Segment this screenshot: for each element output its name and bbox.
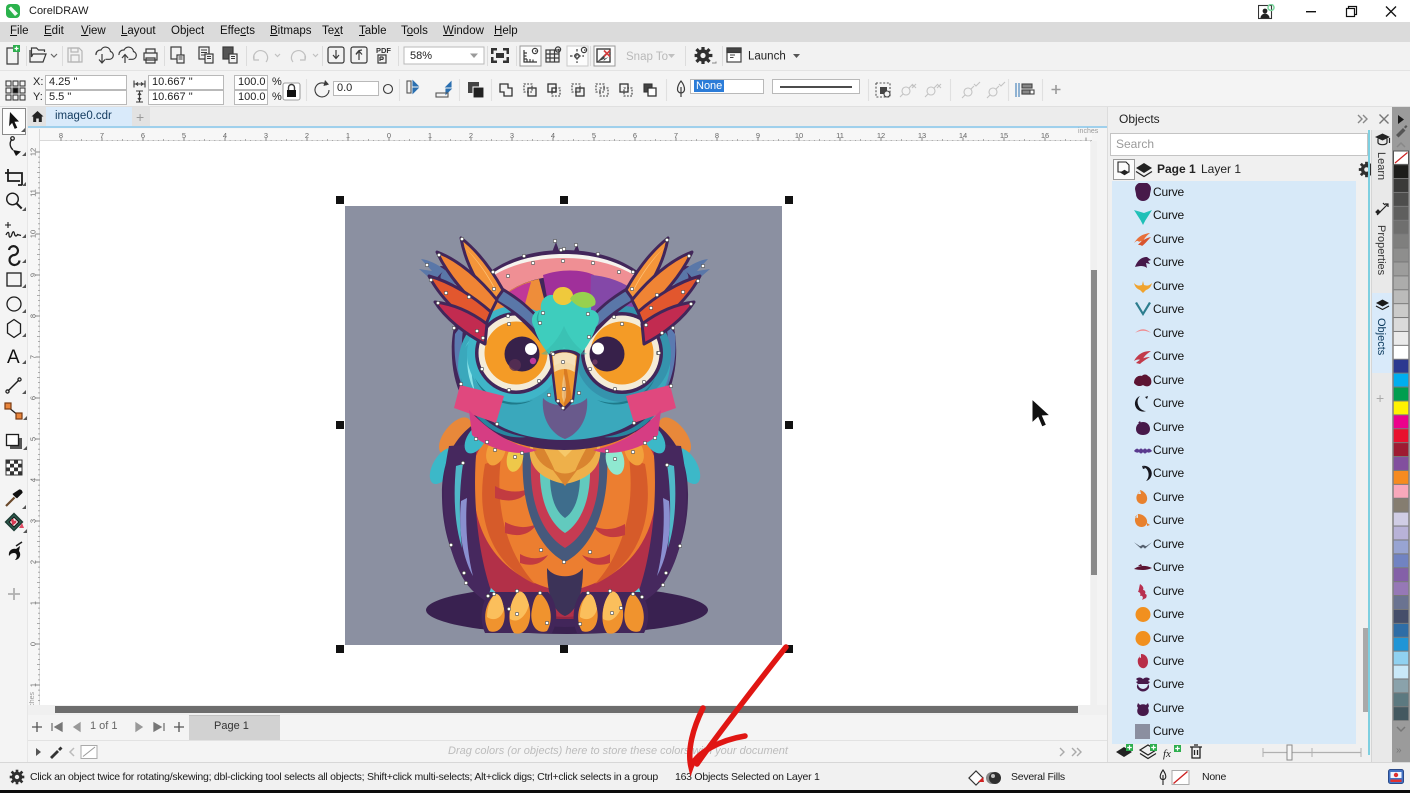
svg-text:16: 16 [1041,131,1049,140]
svg-text:1: 1 [428,131,432,140]
svg-text:A: A [7,347,20,368]
svg-text:6: 6 [141,131,145,140]
svg-text:5: 5 [182,131,186,140]
svg-text:Launch: Launch [748,51,786,63]
svg-text:Snap To: Snap To [626,51,668,63]
svg-text:1: 1 [346,131,350,140]
svg-text:3: 3 [510,131,514,140]
svg-text:13: 13 [918,131,926,140]
svg-text:5: 5 [592,131,596,140]
svg-text:9: 9 [756,131,760,140]
svg-text:fx: fx [1163,748,1171,760]
svg-text:2: 2 [469,131,473,140]
svg-text:15: 15 [1000,131,1008,140]
svg-text:2: 2 [305,131,309,140]
svg-text:14: 14 [959,131,967,140]
svg-text:7: 7 [100,131,104,140]
svg-text:»: » [1396,745,1402,756]
svg-text:58%: 58% [410,50,432,62]
svg-text:8: 8 [59,131,63,140]
svg-text:0: 0 [387,131,391,140]
svg-text:7: 7 [674,131,678,140]
svg-text:11: 11 [836,131,844,140]
svg-text:4: 4 [223,131,227,140]
svg-text:10: 10 [795,131,803,140]
svg-text:3: 3 [264,131,268,140]
svg-text:PDF: PDF [376,46,391,55]
svg-text:8: 8 [715,131,719,140]
svg-text:12: 12 [877,131,885,140]
svg-text:6: 6 [633,131,637,140]
svg-text:4: 4 [551,131,555,140]
